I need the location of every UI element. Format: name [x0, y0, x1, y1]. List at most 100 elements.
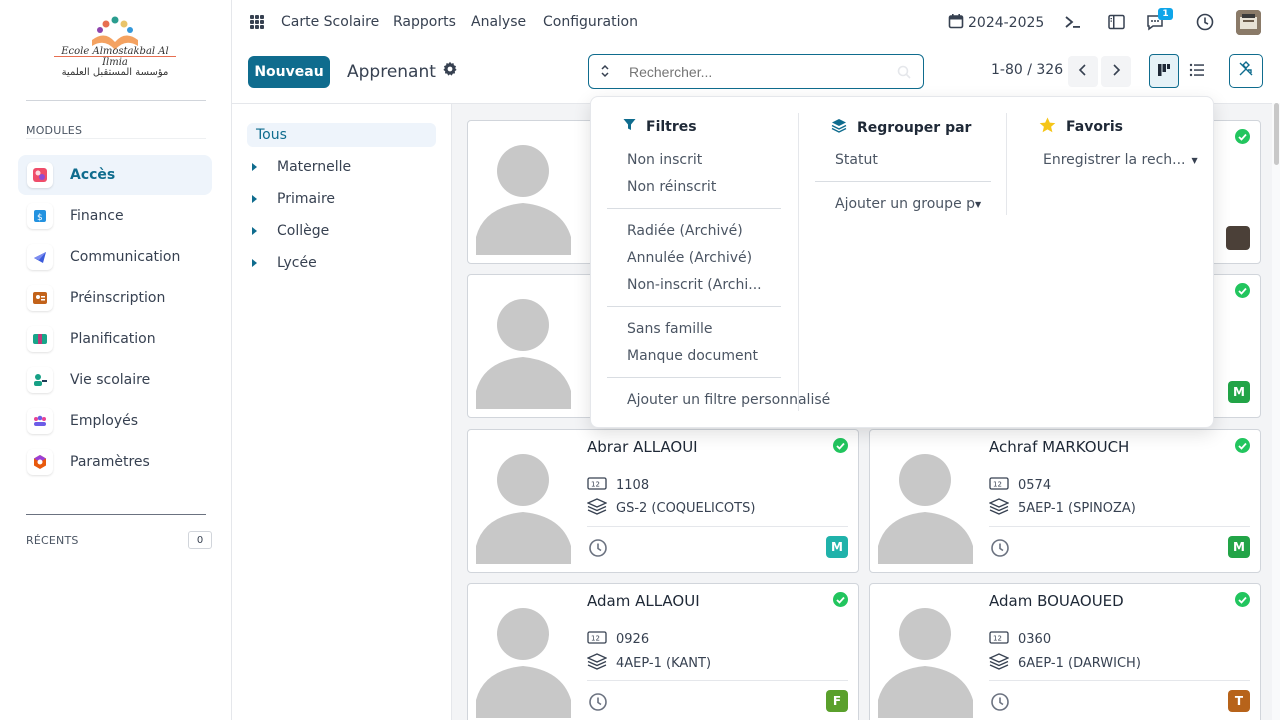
status-check-icon	[1235, 283, 1250, 298]
module-label: Finance	[70, 208, 124, 224]
module-parametres[interactable]: Paramètres	[18, 442, 212, 482]
status-check-icon	[1235, 129, 1250, 144]
student-class-row: 6AEP-1 (DARWICH)	[988, 653, 1141, 674]
add-custom-group-select[interactable]: Ajouter un groupe pe ▼	[835, 196, 983, 212]
category-maternelle[interactable]: Maternelle	[252, 159, 351, 175]
academic-year-selector[interactable]: 2024-2025	[948, 13, 1044, 33]
star-icon	[1039, 117, 1056, 137]
module-vie-scolaire[interactable]: Vie scolaire	[18, 360, 212, 400]
student-code: 0574	[1018, 478, 1052, 493]
module-preinscription[interactable]: Préinscription	[18, 278, 212, 318]
filter-option[interactable]: Non réinscrit	[627, 179, 716, 195]
module-label: Employés	[70, 413, 139, 429]
student-code-row: 12 1108	[587, 477, 649, 494]
filter-option[interactable]: Sans famille	[627, 321, 713, 337]
module-employes[interactable]: Employés	[18, 401, 212, 441]
activity-clock-icon[interactable]	[990, 692, 1010, 716]
apps-menu-icon[interactable]	[250, 15, 264, 29]
activity-clock-icon[interactable]	[588, 538, 608, 562]
scrollbar[interactable]	[1272, 103, 1280, 720]
modules-label: MODULES	[26, 124, 83, 137]
student-code-row: 12 0360	[989, 631, 1051, 648]
finance-icon: $	[27, 203, 53, 229]
category-all[interactable]: Tous	[247, 123, 436, 147]
filter-option[interactable]: Non inscrit	[627, 152, 702, 168]
search-bar[interactable]	[588, 54, 924, 89]
breadcrumb: Apprenant	[347, 61, 458, 82]
groupby-option[interactable]: Statut	[835, 152, 878, 168]
category-label: Maternelle	[277, 159, 352, 175]
chevron-left-icon	[1078, 62, 1088, 81]
filters-header: Filtres	[623, 118, 697, 135]
module-acces[interactable]: Accès	[18, 155, 212, 195]
panel-toggle-icon[interactable]	[1105, 11, 1127, 33]
pager-previous-button[interactable]	[1068, 56, 1098, 87]
top-navbar: Carte Scolaire Rapports Analyse Configur…	[232, 0, 1280, 46]
scrollbar-thumb[interactable]	[1274, 103, 1279, 165]
pager-value[interactable]: 1-80 / 326	[991, 62, 1063, 78]
save-search-option[interactable]: Enregistrer la rech... ▼	[1043, 152, 1198, 168]
gear-icon[interactable]	[442, 61, 458, 82]
new-button[interactable]: Nouveau	[248, 56, 330, 88]
filter-option[interactable]: Annulée (Archivé)	[627, 250, 752, 266]
activity-clock-icon[interactable]	[588, 692, 608, 716]
student-photo	[878, 592, 973, 718]
gender-tag: M	[1228, 381, 1250, 403]
gender-tag: M	[826, 536, 848, 558]
menu-configuration[interactable]: Configuration	[543, 14, 638, 30]
filters-title: Filtres	[646, 118, 697, 135]
kanban-card[interactable]: Abrar ALLAOUI 12 1108 GS-2 (COQUELICOTS)…	[467, 429, 859, 573]
recents-label: RÉCENTS	[26, 534, 79, 547]
student-name: Achraf MARKOUCH	[989, 438, 1130, 456]
vie-scolaire-icon	[27, 367, 53, 393]
activity-clock-icon[interactable]	[990, 538, 1010, 562]
list-icon	[1189, 62, 1205, 81]
student-name: Adam ALLAOUI	[587, 592, 700, 610]
search-icon[interactable]	[897, 64, 911, 83]
layers-icon	[831, 118, 847, 137]
search-input[interactable]	[629, 63, 889, 80]
module-finance[interactable]: $ Finance	[18, 196, 212, 236]
caret-down-icon: ▼	[975, 199, 982, 209]
filter-option[interactable]: Non-inscrit (Archi...	[627, 277, 762, 293]
module-communication[interactable]: Communication	[18, 237, 212, 277]
activity-clock-icon[interactable]	[1194, 11, 1216, 33]
logo-text-bottom: مؤسسة المستقبل العلمية	[61, 67, 169, 78]
pager-next-button[interactable]	[1101, 56, 1131, 87]
list-view-button[interactable]	[1182, 54, 1212, 88]
terminal-icon[interactable]	[1062, 11, 1084, 33]
student-class: 5AEP-1 (SPINOZA)	[1018, 501, 1136, 516]
module-planification[interactable]: Planification	[18, 319, 212, 359]
caret-right-icon[interactable]	[252, 163, 257, 171]
search-toggle-icon[interactable]	[600, 64, 610, 81]
kanban-card[interactable]: Adam BOUAOUED 12 0360 6AEP-1 (DARWICH) T	[869, 583, 1261, 720]
kanban-card[interactable]: Achraf MARKOUCH 12 0574 5AEP-1 (SPINOZA)…	[869, 429, 1261, 573]
student-photo	[476, 438, 571, 564]
filter-option[interactable]: Radiée (Archivé)	[627, 223, 743, 239]
user-avatar[interactable]	[1236, 10, 1261, 35]
school-logo[interactable]: Ecole Almostakbal Al Ilmia مؤسسة المستقب…	[50, 12, 180, 87]
menu-rapports[interactable]: Rapports	[393, 14, 456, 30]
student-code: 0926	[616, 632, 650, 647]
search-dropdown-panel: Filtres Non inscrit Non réinscrit Radiée…	[590, 96, 1214, 428]
menu-analyse[interactable]: Analyse	[471, 14, 526, 30]
menu-carte-scolaire[interactable]: Carte Scolaire	[281, 14, 379, 30]
category-college[interactable]: Collège	[252, 223, 329, 239]
status-check-icon	[833, 592, 848, 607]
filter-option[interactable]: Manque document	[627, 348, 758, 364]
kanban-card[interactable]: Adam ALLAOUI 12 0926 4AEP-1 (KANT) F	[467, 583, 859, 720]
planification-icon	[27, 326, 53, 352]
category-primaire[interactable]: Primaire	[252, 191, 335, 207]
caret-right-icon[interactable]	[252, 227, 257, 235]
add-custom-filter[interactable]: Ajouter un filtre personnalisé	[627, 392, 830, 408]
logo-text-top: Ecole Almostakbal Al Ilmia	[61, 46, 169, 68]
kanban-icon	[1157, 62, 1171, 81]
kanban-view-button[interactable]	[1149, 54, 1179, 88]
filter-icon	[623, 118, 636, 135]
caret-right-icon[interactable]	[252, 195, 257, 203]
caret-right-icon[interactable]	[252, 259, 257, 267]
student-code-row: 12 0926	[587, 631, 649, 648]
map-view-button[interactable]	[1229, 54, 1263, 88]
gender-tag: F	[826, 690, 848, 712]
category-lycee[interactable]: Lycée	[252, 255, 317, 271]
